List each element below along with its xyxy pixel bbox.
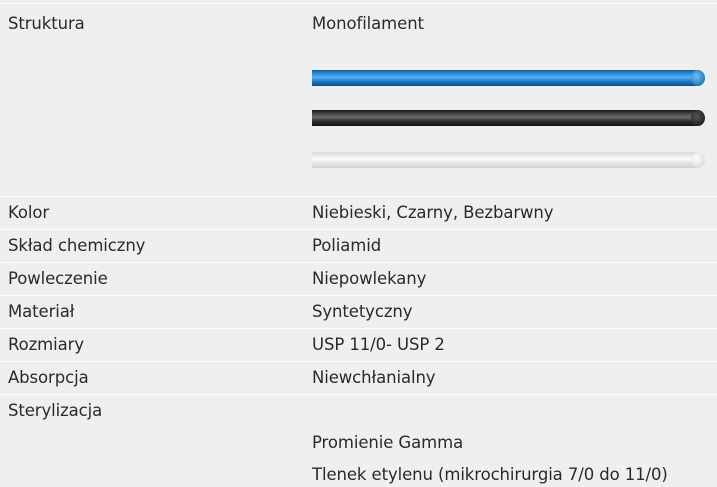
table-row: Materiał Syntetyczny	[0, 295, 717, 328]
blue-suture-image	[312, 70, 705, 86]
table-row: Sterylizacja Promienie Gamma Tlenek etyl…	[0, 394, 717, 487]
row-value: Niebieski, Czarny, Bezbarwny	[312, 203, 554, 222]
row-value: Syntetyczny	[312, 302, 413, 321]
row-value: Monofilament	[312, 14, 424, 33]
row-value: Promienie Gamma	[312, 433, 464, 452]
row-label: Kolor	[8, 203, 50, 222]
row-label: Materiał	[8, 302, 75, 321]
row-label: Sterylizacja	[8, 401, 103, 420]
row-label: Struktura	[8, 14, 85, 33]
black-suture-image	[312, 110, 705, 126]
row-value: Poliamid	[312, 236, 382, 255]
row-value: Niewchłanialny	[312, 368, 436, 387]
row-value-secondary: Tlenek etylenu (mikrochirurgia 7/0 do 11…	[312, 465, 668, 484]
table-row: Absorpcja Niewchłanialny	[0, 361, 717, 394]
clear-suture-image	[312, 152, 705, 168]
row-label: Absorpcja	[8, 368, 89, 387]
row-label: Powleczenie	[8, 269, 108, 288]
row-value: USP 11/0- USP 2	[312, 335, 445, 354]
table-row: Powleczenie Niepowlekany	[0, 262, 717, 295]
table-row: Rozmiary USP 11/0- USP 2	[0, 328, 717, 361]
table-row: Skład chemiczny Poliamid	[0, 229, 717, 262]
row-value: Niepowlekany	[312, 269, 427, 288]
row-label: Rozmiary	[8, 335, 84, 354]
row-label: Skład chemiczny	[8, 236, 146, 255]
table-row: Kolor Niebieski, Czarny, Bezbarwny	[0, 196, 717, 229]
